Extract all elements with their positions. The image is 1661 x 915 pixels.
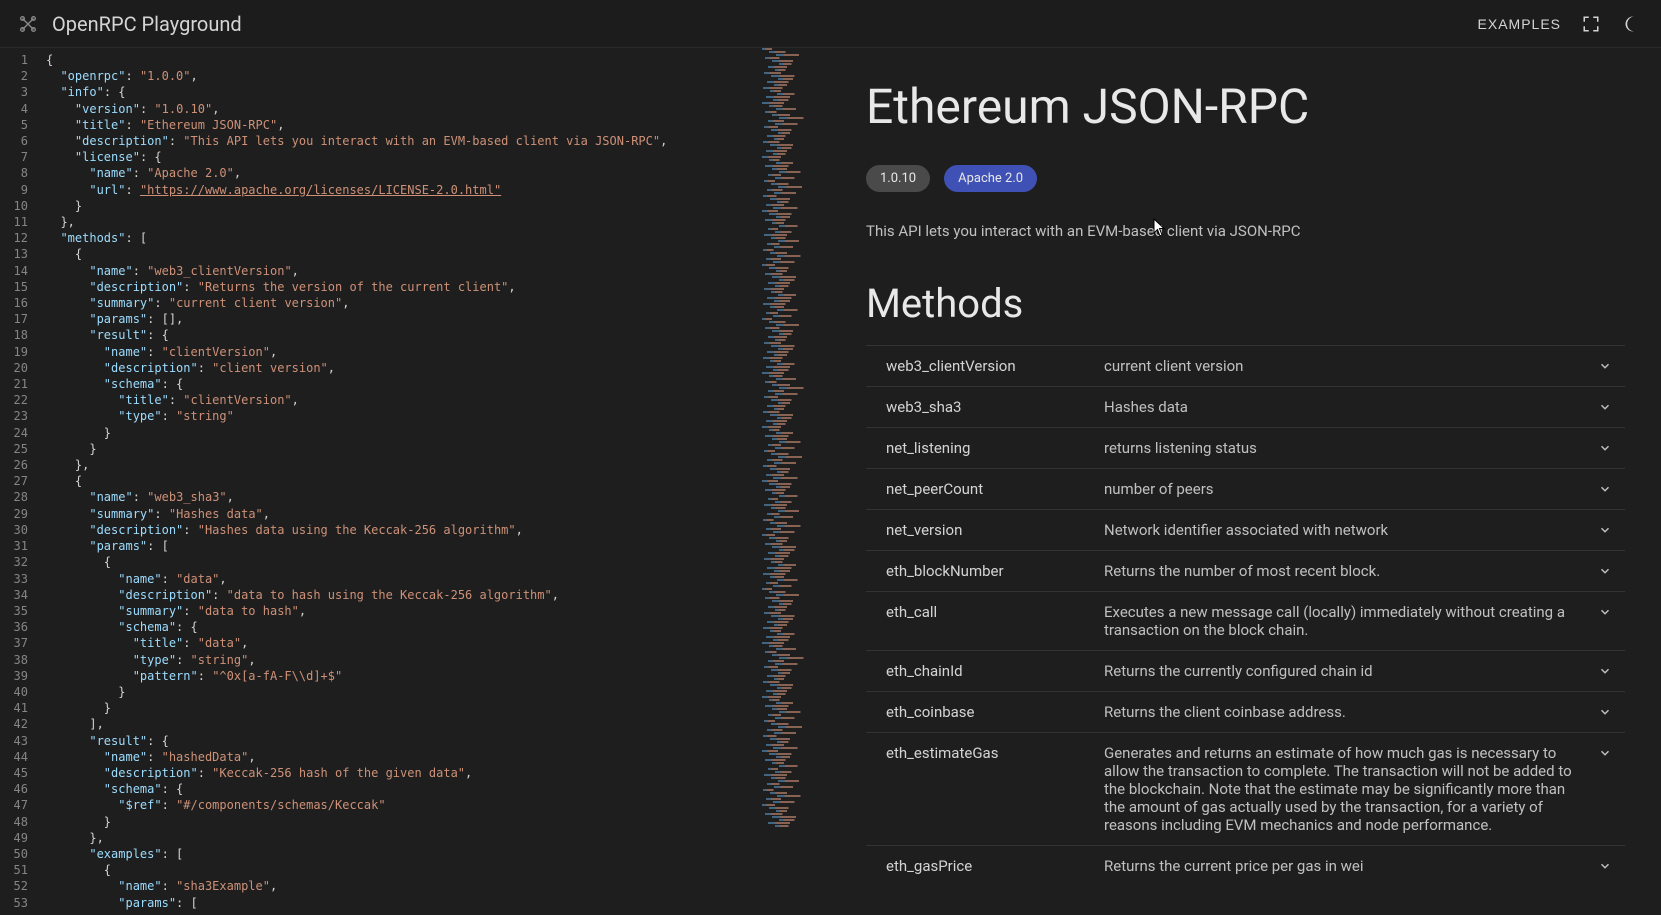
method-summary: current client version: [1104, 357, 1595, 375]
method-summary: returns listening status: [1104, 439, 1595, 457]
chevron-down-icon: [1595, 603, 1615, 619]
method-row[interactable]: eth_callExecutes a new message call (loc…: [866, 591, 1625, 650]
method-summary: Returns the currently configured chain i…: [1104, 662, 1595, 680]
method-name: web3_clientVersion: [886, 357, 1104, 375]
method-summary: Returns the number of most recent block.: [1104, 562, 1595, 580]
method-row[interactable]: eth_blockNumberReturns the number of mos…: [866, 550, 1625, 591]
minimap[interactable]: [760, 48, 830, 915]
version-badge: 1.0.10: [866, 165, 930, 192]
documentation-pane: Ethereum JSON-RPC 1.0.10 Apache 2.0 This…: [830, 48, 1661, 915]
method-summary: Returns the current price per gas in wei: [1104, 857, 1595, 875]
method-name: eth_estimateGas: [886, 744, 1104, 762]
method-row[interactable]: net_peerCountnumber of peers: [866, 468, 1625, 509]
chevron-down-icon: [1595, 744, 1615, 760]
license-badge[interactable]: Apache 2.0: [944, 165, 1037, 192]
chevron-down-icon: [1595, 857, 1615, 873]
method-summary: Generates and returns an estimate of how…: [1104, 744, 1595, 834]
chevron-down-icon: [1595, 562, 1615, 578]
chevron-down-icon: [1595, 480, 1615, 496]
method-name: web3_sha3: [886, 398, 1104, 416]
code-content[interactable]: { "openrpc": "1.0.0", "info": { "version…: [40, 48, 760, 915]
method-row[interactable]: net_versionNetwork identifier associated…: [866, 509, 1625, 550]
methods-heading: Methods: [866, 280, 1625, 327]
method-name: eth_chainId: [886, 662, 1104, 680]
theme-toggle-icon[interactable]: [1621, 12, 1645, 36]
chevron-down-icon: [1595, 357, 1615, 373]
examples-button[interactable]: EXAMPLES: [1478, 16, 1561, 32]
chevron-down-icon: [1595, 521, 1615, 537]
method-row[interactable]: eth_coinbaseReturns the client coinbase …: [866, 691, 1625, 732]
app-title: OpenRPC Playground: [52, 12, 1478, 36]
method-row[interactable]: eth_chainIdReturns the currently configu…: [866, 650, 1625, 691]
line-gutter: 1234567891011121314151617181920212223242…: [0, 48, 40, 915]
method-row[interactable]: eth_estimateGasGenerates and returns an …: [866, 732, 1625, 845]
chevron-down-icon: [1595, 703, 1615, 719]
method-row[interactable]: eth_gasPriceReturns the current price pe…: [866, 845, 1625, 886]
method-summary: Hashes data: [1104, 398, 1595, 416]
method-summary: number of peers: [1104, 480, 1595, 498]
method-summary: Network identifier associated with netwo…: [1104, 521, 1595, 539]
method-name: eth_call: [886, 603, 1104, 621]
method-summary: Returns the client coinbase address.: [1104, 703, 1595, 721]
doc-description: This API lets you interact with an EVM-b…: [866, 222, 1625, 240]
app-logo-icon: [16, 12, 40, 36]
method-name: eth_gasPrice: [886, 857, 1104, 875]
method-name: net_version: [886, 521, 1104, 539]
code-editor[interactable]: 1234567891011121314151617181920212223242…: [0, 48, 830, 915]
method-name: net_listening: [886, 439, 1104, 457]
method-row[interactable]: web3_clientVersioncurrent client version: [866, 345, 1625, 386]
method-row[interactable]: web3_sha3Hashes data: [866, 386, 1625, 427]
chevron-down-icon: [1595, 398, 1615, 414]
method-summary: Executes a new message call (locally) im…: [1104, 603, 1595, 639]
topbar: OpenRPC Playground EXAMPLES: [0, 0, 1661, 48]
methods-list: web3_clientVersioncurrent client version…: [866, 345, 1625, 886]
method-name: eth_coinbase: [886, 703, 1104, 721]
method-name: eth_blockNumber: [886, 562, 1104, 580]
method-row[interactable]: net_listeningreturns listening status: [866, 427, 1625, 468]
method-name: net_peerCount: [886, 480, 1104, 498]
doc-title: Ethereum JSON-RPC: [866, 78, 1625, 135]
chevron-down-icon: [1595, 662, 1615, 678]
fullscreen-icon[interactable]: [1579, 12, 1603, 36]
chevron-down-icon: [1595, 439, 1615, 455]
